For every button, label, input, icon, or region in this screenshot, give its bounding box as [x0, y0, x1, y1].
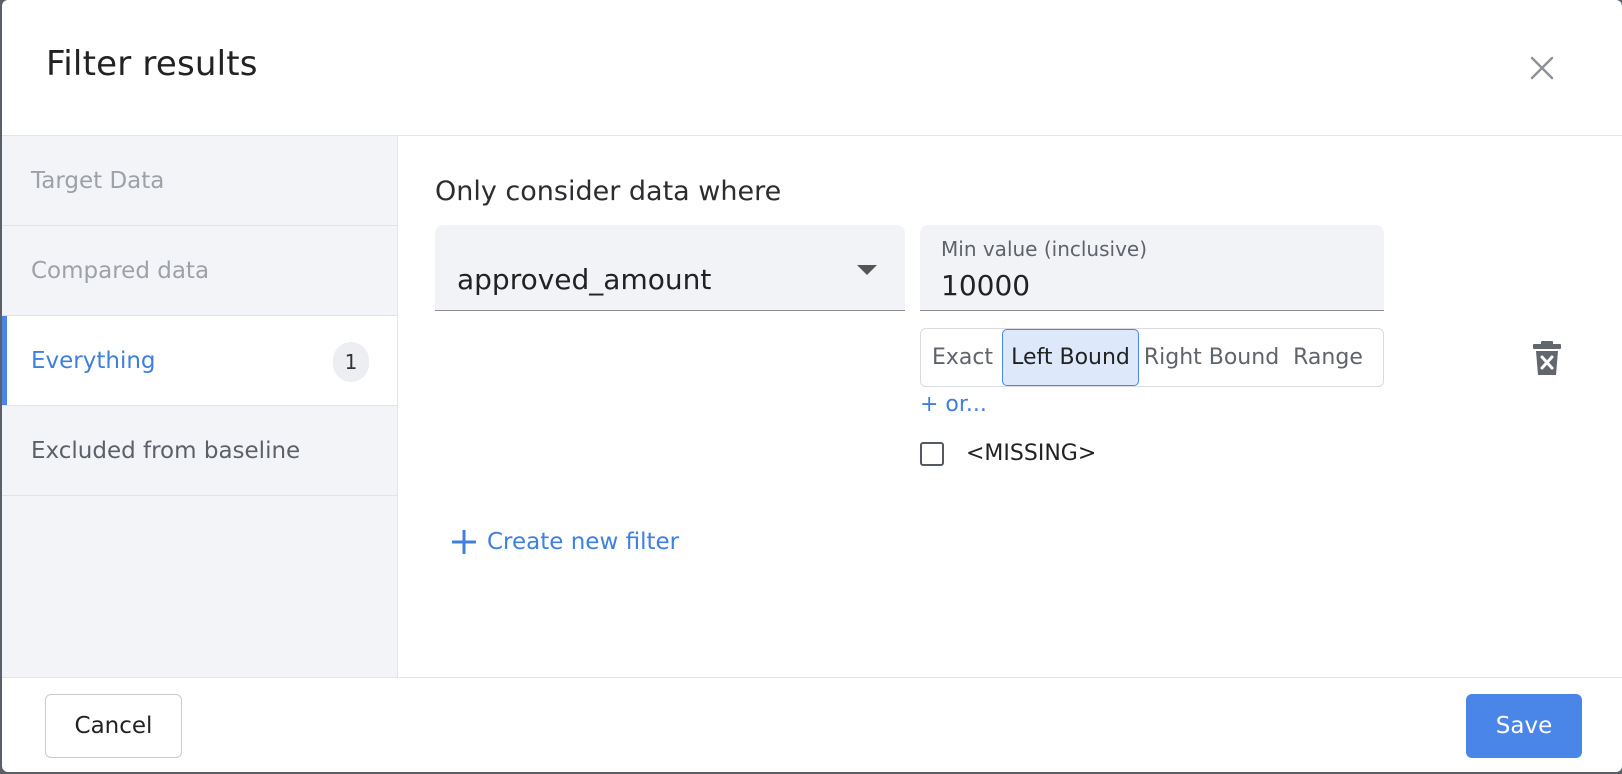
field-select-value: approved_amount: [457, 263, 712, 296]
bound-option-exact[interactable]: Exact: [923, 329, 1002, 386]
missing-option: <MISSING>: [920, 441, 1096, 466]
bound-option-right-bound[interactable]: Right Bound: [1139, 329, 1284, 386]
cancel-button[interactable]: Cancel: [45, 694, 182, 758]
field-select[interactable]: approved_amount: [435, 225, 905, 311]
dialog-footer: Cancel Save: [2, 677, 1622, 772]
sidebar: Target Data Compared data Everything 1 E…: [2, 136, 398, 677]
min-value-field: Min value (inclusive): [920, 225, 1384, 311]
trash-icon: [1533, 341, 1561, 375]
create-new-filter-label: Create new filter: [487, 529, 680, 555]
count-badge: 1: [333, 342, 369, 382]
min-value-input[interactable]: [941, 267, 1361, 303]
sidebar-item-label: Compared data: [31, 257, 210, 284]
bound-type-toggle: Exact Left Bound Right Bound Range: [920, 328, 1384, 387]
caret-down-icon: [857, 265, 877, 275]
close-icon: [1530, 56, 1554, 80]
min-value-label: Min value (inclusive): [941, 237, 1148, 261]
sidebar-item-target-data[interactable]: Target Data: [2, 136, 397, 226]
missing-checkbox[interactable]: [920, 441, 944, 466]
dialog-title: Filter results: [46, 44, 258, 84]
close-button[interactable]: [1522, 48, 1562, 88]
delete-filter-button[interactable]: [1532, 340, 1562, 376]
dialog-header: Filter results: [2, 0, 1622, 136]
save-button[interactable]: Save: [1466, 694, 1582, 758]
missing-label: <MISSING>: [966, 441, 1097, 466]
sidebar-item-label: Target Data: [31, 167, 165, 194]
sidebar-item-label: Excluded from baseline: [31, 437, 301, 464]
filter-heading: Only consider data where: [435, 176, 782, 207]
add-or-condition-link[interactable]: + or...: [920, 392, 987, 417]
filter-dialog: Filter results Target Data Compared data…: [2, 0, 1622, 772]
sidebar-item-compared-data[interactable]: Compared data: [2, 226, 397, 316]
sidebar-item-everything[interactable]: Everything 1: [2, 316, 397, 406]
create-new-filter-button[interactable]: Create new filter: [451, 529, 679, 555]
sidebar-item-label: Everything: [31, 347, 156, 374]
bound-option-left-bound[interactable]: Left Bound: [1002, 329, 1139, 386]
bound-option-range[interactable]: Range: [1284, 329, 1372, 386]
filter-panel: Only consider data where approved_amount…: [399, 136, 1622, 677]
sidebar-item-excluded-from-baseline[interactable]: Excluded from baseline: [2, 406, 397, 496]
plus-icon: [452, 530, 476, 554]
